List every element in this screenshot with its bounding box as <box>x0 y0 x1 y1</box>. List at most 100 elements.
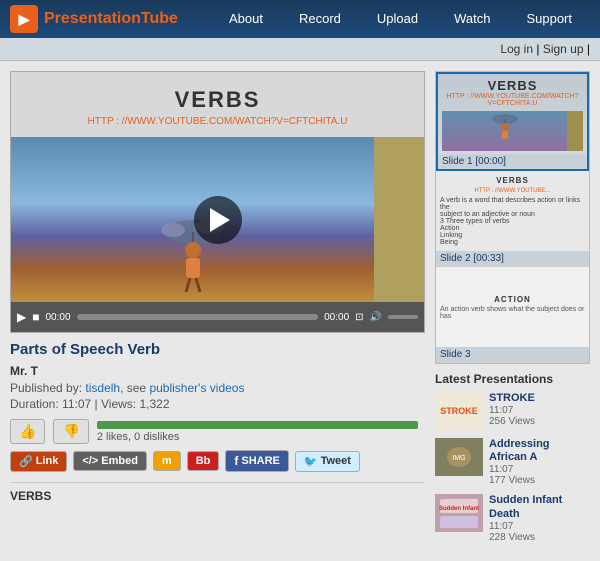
signup-link[interactable]: Sign up <box>543 42 584 56</box>
slide-3-title: ACTION <box>440 295 585 304</box>
slide-2-image: VERBS HTTP : //WWW.YOUTUBE... A verb is … <box>436 171 589 251</box>
latest-section: Latest Presentations STROKE STROKE 11:07… <box>435 372 590 543</box>
logo-icon: ▶ <box>10 5 38 33</box>
see-label: see <box>127 381 146 395</box>
slide-2[interactable]: VERBS HTTP : //WWW.YOUTUBE... A verb is … <box>436 171 589 267</box>
embed-text: Embed <box>101 455 138 467</box>
slide-1-image: VERBS HTTP : //WWW.YOUTUBE.COM/WATCH?V=C… <box>438 74 587 154</box>
latest-info-sids: Sudden Infant Death 11:07 228 Views <box>489 494 590 542</box>
latest-item-african[interactable]: IMG Addressing African A 11:07 177 Views <box>435 438 590 486</box>
video-main-title: VERBS <box>21 87 414 113</box>
stroke-title: STROKE <box>489 392 590 405</box>
slide-1-url: HTTP : //WWW.YOUTUBE.COM/WATCH?V=CFTCHIT… <box>442 93 583 107</box>
slide-2-content: VERBS HTTP : //WWW.YOUTUBE... A verb is … <box>436 172 589 250</box>
play-button[interactable] <box>194 196 242 244</box>
login-link[interactable]: Log in <box>500 42 533 56</box>
stop-control[interactable]: ■ <box>32 310 39 324</box>
info-section: Parts of Speech Verb Mr. T Published by:… <box>10 333 425 511</box>
stroke-views: 256 Views <box>489 416 590 427</box>
african-thumb-image: IMG <box>435 438 483 476</box>
african-time: 11:07 <box>489 464 590 475</box>
left-column: VERBS HTTP : //WWW.YOUTUBE.COM/WATCH?V=C… <box>10 71 425 551</box>
embed-button[interactable]: </> Embed <box>73 451 147 471</box>
expand-control[interactable]: ⊡ <box>355 312 363 323</box>
logo-area: ▶ PresentationTube <box>10 5 211 33</box>
moodle-button[interactable]: m <box>153 451 181 471</box>
bb-button[interactable]: Bb <box>187 451 220 471</box>
author-name: Mr. T <box>10 364 425 378</box>
nav-upload[interactable]: Upload <box>359 0 436 38</box>
sids-thumb: Sudden Infant <box>435 494 483 532</box>
moodle-label: m <box>162 455 172 467</box>
facebook-button[interactable]: f SHARE <box>225 450 289 472</box>
nav-record[interactable]: Record <box>281 0 359 38</box>
sids-views: 228 Views <box>489 532 590 543</box>
sids-title: Sudden Infant Death <box>489 494 590 520</box>
nav-support[interactable]: Support <box>508 0 590 38</box>
link-label: Link <box>36 455 59 467</box>
auth-bar: Log in | Sign up | <box>0 38 600 61</box>
nav: About Record Upload Watch Support <box>211 0 590 38</box>
african-views: 177 Views <box>489 475 590 486</box>
latest-item-sids[interactable]: Sudden Infant Sudden Infant Death 11:07 … <box>435 494 590 542</box>
like-button[interactable]: 👍 <box>10 419 45 444</box>
slide-1-mini <box>442 111 583 151</box>
latest-title: Latest Presentations <box>435 372 590 386</box>
progress-bar[interactable] <box>77 314 319 320</box>
logo-text-presentation: Presentation <box>44 10 141 27</box>
svg-text:IMG: IMG <box>452 455 465 462</box>
views-label: Views: <box>101 397 136 411</box>
duration-label: Duration: <box>10 397 59 411</box>
embed-label: </> <box>82 455 98 467</box>
duration-views: Duration: 11:07 | Views: 1,322 <box>10 397 425 411</box>
slide-3-body: An action verb shows what the subject do… <box>440 306 585 320</box>
latest-item-stroke[interactable]: STROKE STROKE 11:07 256 Views <box>435 392 590 430</box>
african-thumb: IMG <box>435 438 483 476</box>
dislike-button[interactable]: 👎 <box>53 419 88 444</box>
like-dislike-row: 👍 👎 2 likes, 0 dislikes <box>10 419 425 444</box>
video-frame[interactable] <box>11 137 424 302</box>
svg-text:Sudden Infant: Sudden Infant <box>439 506 479 512</box>
header: ▶ PresentationTube About Record Upload W… <box>0 0 600 38</box>
controls-bar: ▶ ■ 00:00 00:00 ⊡ 🔊 <box>11 302 424 332</box>
transcript-section: VERBS <box>10 482 425 503</box>
time-current: 00:00 <box>45 312 70 323</box>
views-value: 1,322 <box>139 397 169 411</box>
like-counts: 2 likes, 0 dislikes <box>97 431 425 443</box>
video-title-area: VERBS HTTP : //WWW.YOUTUBE.COM/WATCH?V=C… <box>11 72 424 137</box>
published-by: Published by: tisdelh, see publisher's v… <box>10 381 425 395</box>
thumb-left <box>11 137 374 302</box>
volume-bar[interactable] <box>388 315 418 319</box>
video-container: VERBS HTTP : //WWW.YOUTUBE.COM/WATCH?V=C… <box>10 71 425 333</box>
latest-info-stroke: STROKE 11:07 256 Views <box>489 392 590 430</box>
link-icon: 🔗 <box>19 455 33 468</box>
latest-info-african: Addressing African A 11:07 177 Views <box>489 438 590 486</box>
publishers-videos-link[interactable]: publisher's videos <box>149 381 244 395</box>
slide-1[interactable]: VERBS HTTP : //WWW.YOUTUBE.COM/WATCH?V=C… <box>436 72 589 171</box>
play-control[interactable]: ▶ <box>17 310 26 324</box>
volume-icon[interactable]: 🔊 <box>370 312 382 323</box>
main: VERBS HTTP : //WWW.YOUTUBE.COM/WATCH?V=C… <box>0 61 600 561</box>
sids-thumb-image: Sudden Infant <box>435 494 483 532</box>
twitter-button[interactable]: 🐦 Tweet <box>295 451 360 472</box>
presentation-title: Parts of Speech Verb <box>10 341 425 358</box>
publisher-link[interactable]: tisdelh <box>85 381 120 395</box>
african-title: Addressing African A <box>489 438 590 464</box>
link-button[interactable]: 🔗 Link <box>10 451 67 472</box>
sids-time: 11:07 <box>489 521 590 532</box>
slide-3-label: Slide 3 <box>436 347 589 362</box>
duration-value: 11:07 <box>62 397 91 411</box>
transcript-label: VERBS <box>10 489 425 503</box>
twitter-icon: 🐦 <box>304 455 318 468</box>
auth-sep2: | <box>587 42 590 56</box>
slide-3[interactable]: ACTION An action verb shows what the sub… <box>436 267 589 363</box>
slides-container[interactable]: VERBS HTTP : //WWW.YOUTUBE.COM/WATCH?V=C… <box>435 71 590 364</box>
published-by-label: Published by: <box>10 381 82 395</box>
thumb-right <box>374 137 424 302</box>
nav-about[interactable]: About <box>211 0 281 38</box>
bb-label: Bb <box>196 455 211 467</box>
time-total: 00:00 <box>324 312 349 323</box>
logo-text: PresentationTube <box>44 10 178 28</box>
share-row: 🔗 Link </> Embed m Bb f SHARE <box>10 450 425 472</box>
nav-watch[interactable]: Watch <box>436 0 508 38</box>
